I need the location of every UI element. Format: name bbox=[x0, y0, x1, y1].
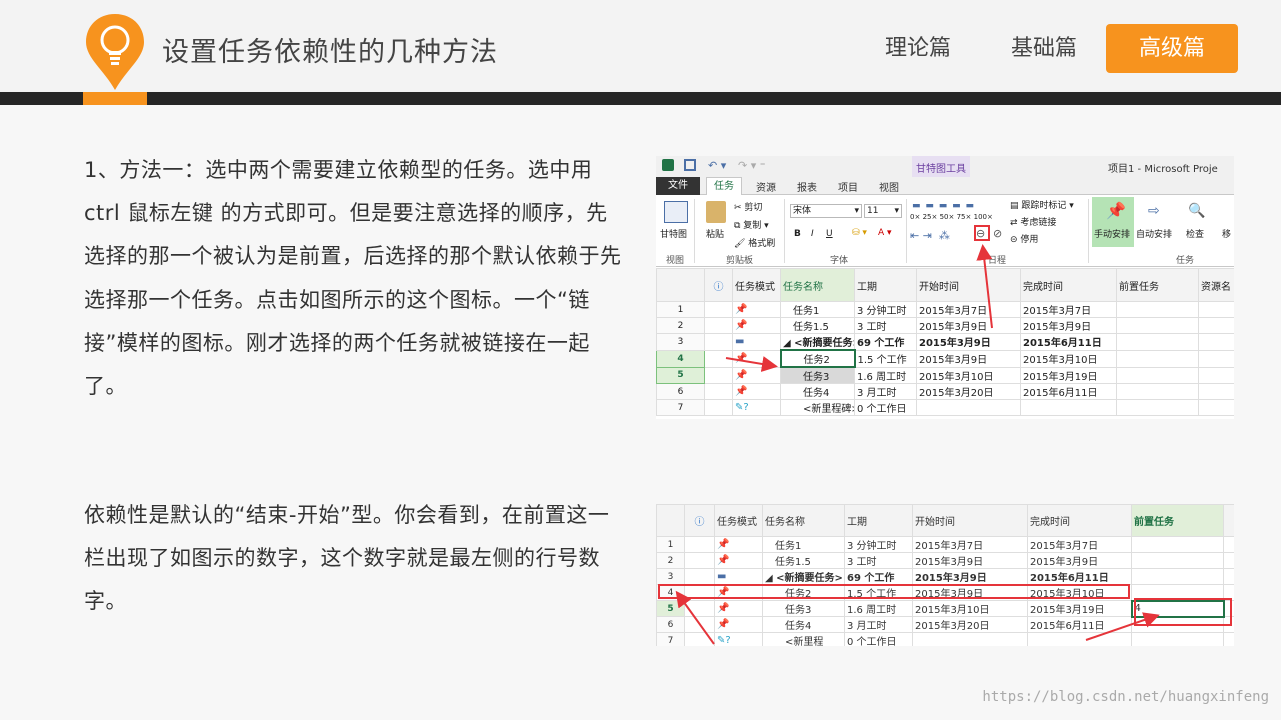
method-one-text: 1、方法一：选中两个需要建立依赖型的任务。选中用 ctrl 鼠标左键 的方式即可… bbox=[84, 158, 622, 399]
project-screenshot-ribbon: ↶ ▾ ↷ ▾ ⁼ 甘特图工具 格式 项目1 - Microsoft Proje… bbox=[656, 156, 1234, 419]
header-bar: 设置任务依赖性的几种方法 理论篇 基础篇 高级篇 bbox=[0, 0, 1281, 92]
accent-tab bbox=[83, 92, 147, 105]
watermark: https://blog.csdn.net/huangxinfeng bbox=[982, 689, 1269, 705]
page-title: 设置任务依赖性的几种方法 bbox=[162, 37, 498, 68]
header-divider bbox=[0, 92, 1281, 105]
nav-advanced[interactable]: 高级篇 bbox=[1106, 24, 1238, 73]
project-screenshot-predecessors: ⓘ 任务模式 任务名称 工期 开始时间 完成时间 前置任务 1 📌 任务1 3 … bbox=[656, 504, 1234, 646]
dependency-type-text: 依赖性是默认的“结束-开始”型。你会看到，在前置这一栏出现了如图示的数字，这个数… bbox=[84, 503, 610, 614]
lightbulb-icon bbox=[86, 14, 144, 90]
nav-theory[interactable]: 理论篇 bbox=[872, 24, 964, 73]
nav-basics[interactable]: 基础篇 bbox=[998, 24, 1090, 73]
arrow-icon bbox=[725, 244, 993, 372]
arrow-icon bbox=[675, 590, 1160, 645]
